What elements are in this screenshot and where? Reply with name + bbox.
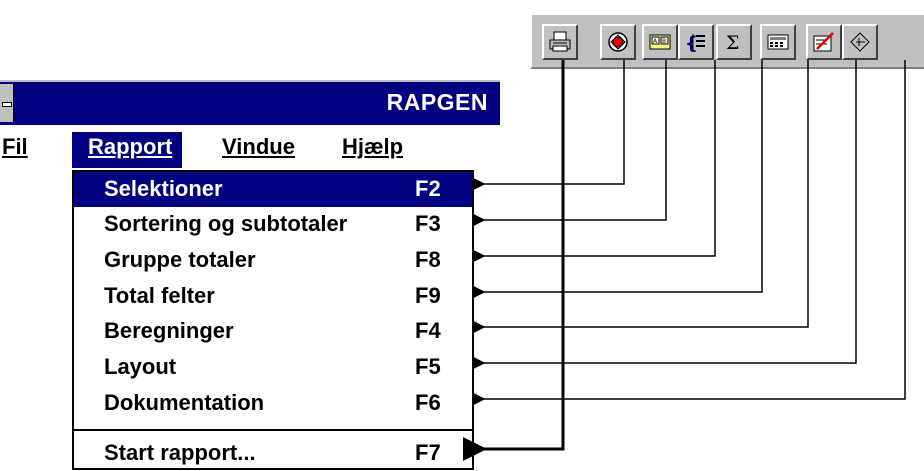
connector-dokumentation bbox=[473, 60, 906, 405]
connector-sortering bbox=[473, 60, 667, 226]
connector-total-felter bbox=[473, 60, 763, 298]
connector-lines bbox=[463, 60, 906, 461]
connector-start-rapport bbox=[463, 60, 565, 461]
connector-beregninger bbox=[473, 60, 809, 333]
connector-layout bbox=[473, 60, 857, 369]
connector-gruppe-totaler bbox=[473, 60, 716, 262]
connector-selektioner bbox=[473, 60, 625, 190]
